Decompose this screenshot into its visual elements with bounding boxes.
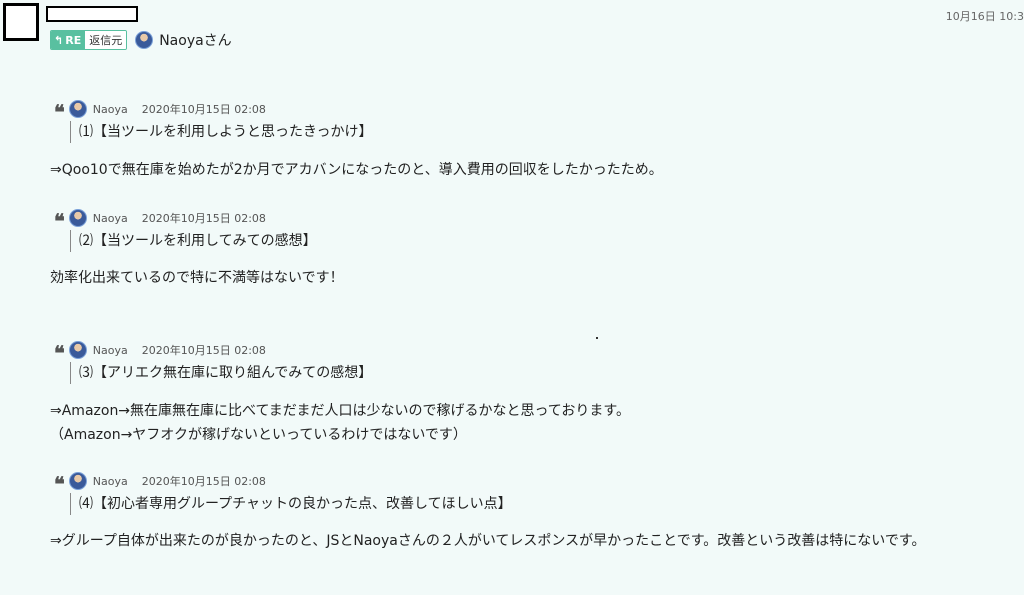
quote-meta: ❝ Naoya 2020年10月15日 02:08 [54,99,266,124]
quote-meta: ❝ Naoya 2020年10月15日 02:08 [54,471,266,496]
quote-author[interactable]: Naoya [93,103,128,116]
reply-header: ↰ RE 返信元 Naoyaさん [50,29,232,51]
avatar[interactable] [68,472,87,490]
redacted-sender-name [46,6,138,22]
avatar [135,31,154,49]
quote-meta: ❝ Naoya 2020年10月15日 02:08 [54,208,266,233]
quote-date[interactable]: 2020年10月15日 02:08 [142,342,266,358]
reply-text: ⇒グループ自体が出来たのが良かったのと、JSとNaoyaさんの２人がいてレスポン… [50,533,926,549]
quote-text: ⑶【アリエク無在庫に取り組んでみての感想】 [70,362,372,384]
quote-date[interactable]: 2020年10月15日 02:08 [142,473,266,489]
avatar[interactable] [68,209,87,227]
quote-text: ⑴【当ツールを利用しようと思ったきっかけ】 [70,121,372,143]
re-tag: ↰ RE [51,31,86,49]
reply-source-button[interactable]: ↰ RE 返信元 [50,30,128,50]
reply-text: ⇒Qoo10で無在庫を始めたが2か月でアカバンになったのと、導入費用の回収をした… [50,162,663,178]
reply-text: （Amazon→ヤフオクが稼げないといっているわけではないです） [50,427,467,443]
quote-icon: ❝ [54,341,65,365]
quote-author[interactable]: Naoya [93,344,128,357]
reply-arrow-icon: ↰ [54,33,64,47]
quote-author[interactable]: Naoya [93,475,128,488]
quote-icon: ❝ [54,209,65,233]
reply-text: ⇒Amazon→無在庫無在庫に比べてまだまだ人口は少ないので稼げるかなと思ってお… [50,403,630,419]
quote-date[interactable]: 2020年10月15日 02:08 [142,210,266,226]
quote-meta: ❝ Naoya 2020年10月15日 02:08 [54,340,266,365]
quote-text: ⑷【初心者専用グループチャットの良かった点、改善してほしい点】 [70,493,512,515]
avatar[interactable] [68,100,87,118]
quote-date[interactable]: 2020年10月15日 02:08 [142,101,266,117]
quote-author[interactable]: Naoya [93,212,128,225]
re-label: RE [65,33,82,47]
redacted-avatar [3,3,39,41]
re-source-label: 返信元 [85,31,127,49]
avatar[interactable] [68,341,87,359]
stray-dot [596,337,598,339]
quote-icon: ❝ [54,100,65,124]
message-timestamp: 10月16日 10:3 [945,10,1024,23]
sender-name: Naoyaさん [159,33,232,49]
quote-icon: ❝ [54,472,65,496]
quote-text: ⑵【当ツールを利用してみての感想】 [70,230,317,252]
reply-text: 効率化出来ているので特に不満等はないです！ [50,270,344,286]
